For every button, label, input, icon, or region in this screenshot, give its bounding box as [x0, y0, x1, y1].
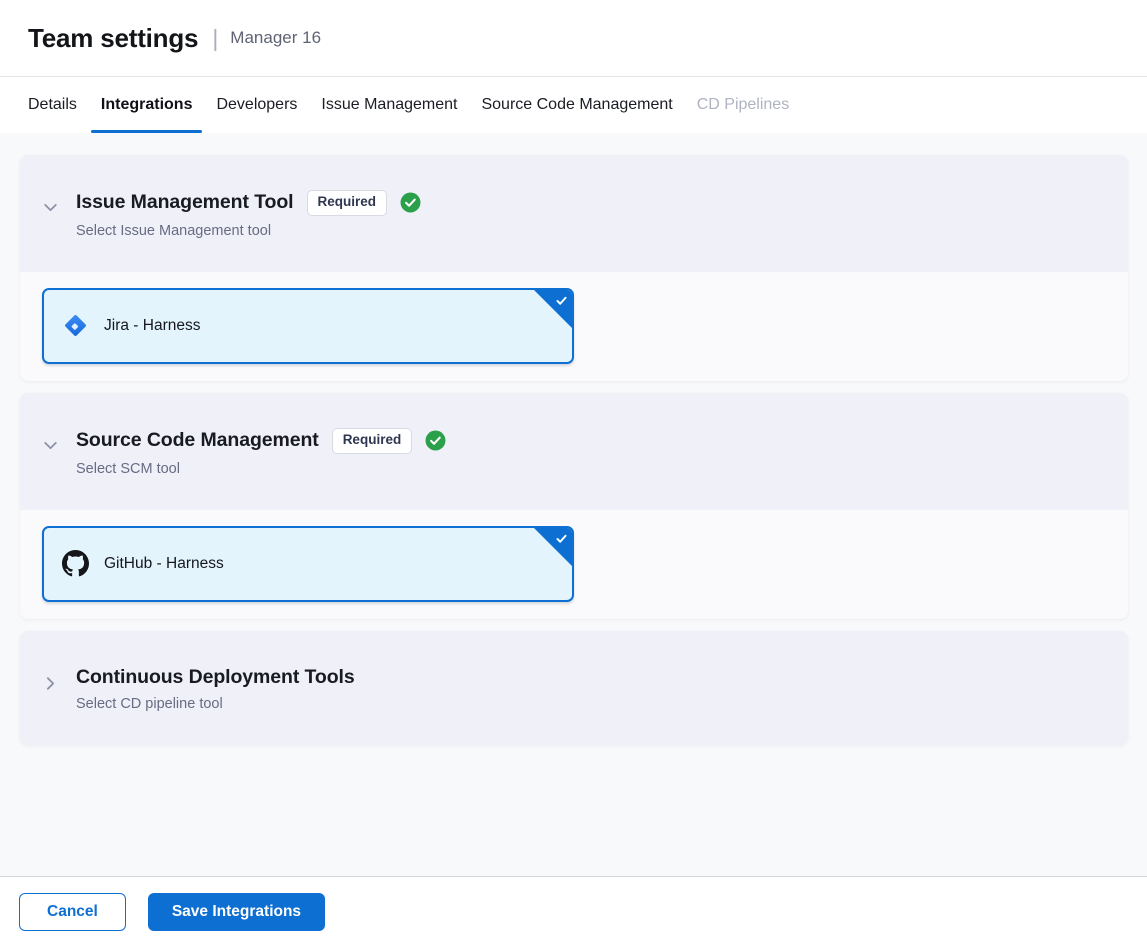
section-subtitle: Select SCM tool: [76, 461, 446, 477]
section-subtitle: Select Issue Management tool: [76, 223, 421, 239]
page-header: Team settings | Manager 16: [0, 0, 1147, 77]
integrations-content: Issue Management Tool Required Select Is…: [0, 133, 1147, 876]
selected-check-icon: [555, 294, 568, 307]
cancel-button[interactable]: Cancel: [19, 893, 126, 931]
selected-check-icon: [555, 532, 568, 545]
section-cd-header[interactable]: Continuous Deployment Tools Select CD pi…: [20, 631, 1128, 745]
section-subtitle: Select CD pipeline tool: [76, 696, 355, 712]
save-integrations-button[interactable]: Save Integrations: [148, 893, 325, 931]
page-title: Team settings: [28, 23, 198, 54]
tab-integrations[interactable]: Integrations: [91, 77, 203, 133]
section-title: Continuous Deployment Tools: [76, 666, 355, 689]
chevron-right-icon[interactable]: [42, 675, 59, 692]
footer-action-bar: Cancel Save Integrations: [0, 876, 1147, 952]
section-scm-body: GitHub - Harness: [20, 510, 1128, 619]
section-issue-management-tool: Issue Management Tool Required Select Is…: [20, 155, 1128, 381]
title-separator: |: [212, 25, 218, 52]
tool-name: Jira - Harness: [104, 317, 200, 335]
tool-card-jira[interactable]: Jira - Harness: [42, 288, 574, 364]
chevron-down-icon[interactable]: [42, 199, 59, 216]
tab-details[interactable]: Details: [18, 77, 87, 133]
section-scm-header[interactable]: Source Code Management Required Select S…: [20, 393, 1128, 510]
tab-cd-pipelines: CD Pipelines: [687, 77, 799, 133]
tool-card-github[interactable]: GitHub - Harness: [42, 526, 574, 602]
required-badge: Required: [307, 190, 388, 216]
section-header-text: Source Code Management Required Select S…: [76, 428, 446, 477]
section-header-text: Continuous Deployment Tools Select CD pi…: [76, 666, 355, 712]
section-continuous-deployment-tools: Continuous Deployment Tools Select CD pi…: [20, 631, 1128, 745]
section-title: Source Code Management: [76, 429, 319, 452]
section-issue-management-body: Jira - Harness: [20, 272, 1128, 381]
required-badge: Required: [332, 428, 413, 454]
tool-name: GitHub - Harness: [104, 555, 224, 573]
github-icon: [62, 550, 89, 577]
section-header-text: Issue Management Tool Required Select Is…: [76, 190, 421, 239]
green-check-circle-icon: [425, 430, 446, 451]
section-source-code-management: Source Code Management Required Select S…: [20, 393, 1128, 619]
green-check-circle-icon: [400, 192, 421, 213]
context-label: Manager 16: [230, 28, 321, 48]
section-title: Issue Management Tool: [76, 191, 294, 214]
section-issue-management-header[interactable]: Issue Management Tool Required Select Is…: [20, 155, 1128, 272]
tab-source-code-management[interactable]: Source Code Management: [471, 77, 682, 133]
tab-issue-management[interactable]: Issue Management: [311, 77, 467, 133]
jira-icon: [62, 312, 89, 339]
tab-developers[interactable]: Developers: [206, 77, 307, 133]
chevron-down-icon[interactable]: [42, 437, 59, 454]
tab-bar: Details Integrations Developers Issue Ma…: [0, 77, 1147, 133]
